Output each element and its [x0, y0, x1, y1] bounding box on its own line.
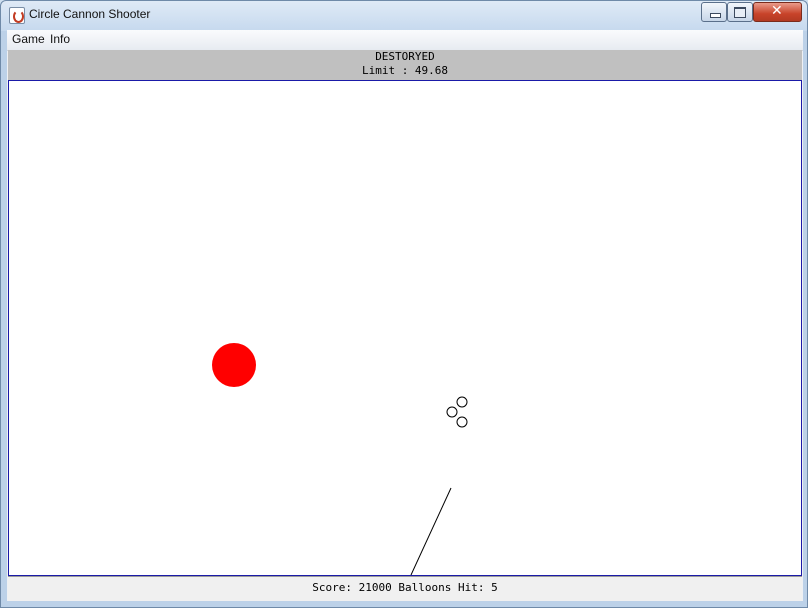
projectile-circle [456, 416, 468, 428]
game-scene [212, 343, 468, 575]
java-app-icon [9, 7, 25, 24]
menu-game[interactable]: Game [12, 32, 45, 46]
menu-info[interactable]: Info [50, 32, 70, 46]
window-client-area: Game Info DESTORYED Limit : 49.68 Score:… [7, 30, 803, 601]
minimize-button[interactable] [701, 2, 727, 22]
red-target-balloon [212, 343, 256, 387]
limit-label: Limit : 49.68 [361, 64, 449, 77]
destroyed-status-label: DESTORYED [375, 50, 435, 63]
bottom-status-bar: Score: 21000 Balloons Hit: 5 [8, 576, 802, 601]
game-canvas[interactable] [8, 80, 802, 576]
projectile-circle [456, 396, 468, 408]
close-button[interactable]: ✕ [753, 2, 802, 22]
menu-bar: Game Info [7, 30, 803, 51]
score-label: Score: 21000 Balloons Hit: 5 [312, 581, 498, 594]
window-title: Circle Cannon Shooter [29, 7, 151, 21]
maximize-icon [734, 7, 746, 18]
minimize-icon [710, 13, 721, 18]
maximize-button[interactable] [727, 2, 753, 22]
close-icon: ✕ [771, 3, 783, 19]
projectile-circle [446, 406, 458, 418]
top-status-panel: DESTORYED Limit : 49.68 [8, 50, 802, 80]
cannon-barrel[interactable] [410, 487, 452, 575]
title-bar[interactable]: Circle Cannon Shooter ✕ [1, 1, 807, 29]
app-window: Circle Cannon Shooter ✕ Game Info DESTOR… [0, 0, 808, 608]
